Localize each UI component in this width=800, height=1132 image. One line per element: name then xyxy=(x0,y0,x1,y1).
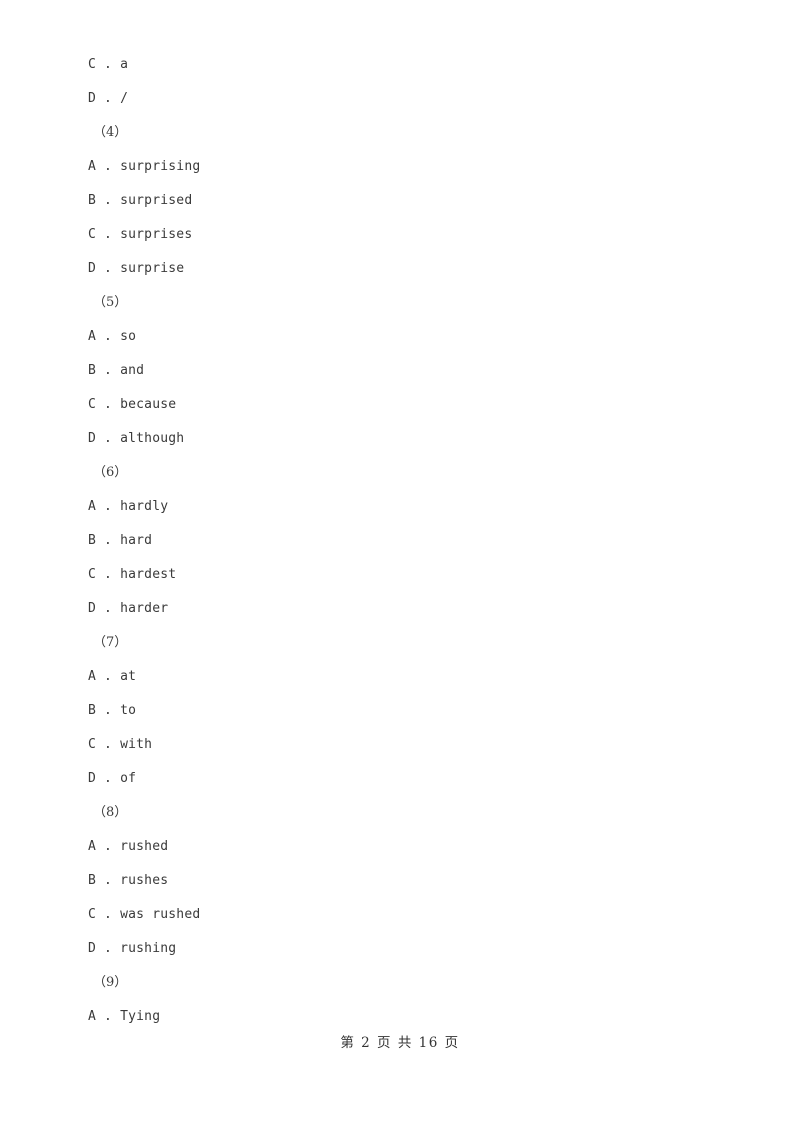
question-number: （5） xyxy=(93,295,128,310)
answer-option: A . rushed xyxy=(88,839,169,854)
answer-option: C . with xyxy=(88,737,153,752)
answer-option: D . surprise xyxy=(88,261,185,276)
page-footer: 第 2 页 共 16 页 xyxy=(340,1035,460,1051)
question-number: （8） xyxy=(93,805,128,820)
answer-option: C . hardest xyxy=(88,567,177,582)
answer-option: D . harder xyxy=(88,601,169,616)
answer-option: B . rushes xyxy=(88,873,169,888)
question-number: （7） xyxy=(93,635,128,650)
answer-option: B . surprised xyxy=(88,193,193,208)
question-number: （4） xyxy=(93,125,128,140)
answer-option: D . of xyxy=(88,771,137,786)
answer-option: A . at xyxy=(88,669,137,684)
question-number: （9） xyxy=(93,975,128,990)
answer-option: A . Tying xyxy=(88,1009,161,1024)
answer-option: A . hardly xyxy=(88,499,169,514)
document-page: C . a D . / （4） A . surprising B . surprised… xyxy=(0,0,800,1132)
answer-option: C . surprises xyxy=(88,227,193,242)
question-number: （6） xyxy=(93,465,128,480)
question-options-list: C . a D . / （4） A . surprising B . surprised… xyxy=(88,48,728,1034)
answer-option: A . so xyxy=(88,329,137,344)
answer-option: D . rushing xyxy=(88,941,177,956)
answer-option: B . and xyxy=(88,363,145,378)
answer-option: C . was rushed xyxy=(88,907,201,922)
answer-option: D . / xyxy=(88,91,129,106)
answer-option: C . a xyxy=(88,57,129,72)
answer-option: B . to xyxy=(88,703,137,718)
answer-option: C . because xyxy=(88,397,177,412)
answer-option: D . although xyxy=(88,431,185,446)
answer-option: B . hard xyxy=(88,533,153,548)
answer-option: A . surprising xyxy=(88,159,201,174)
